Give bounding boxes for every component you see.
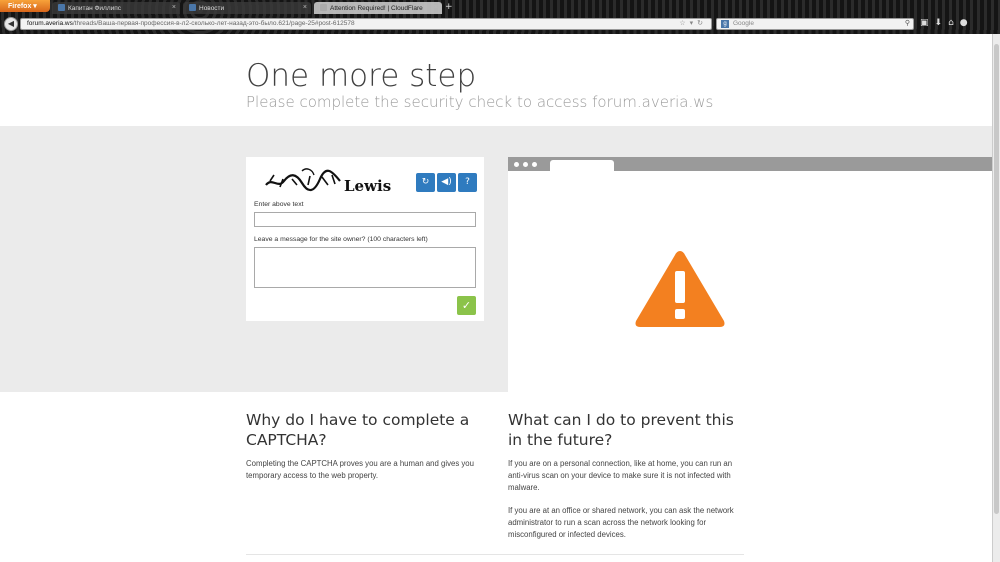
url-bar[interactable]: forum.averia.ws/threads/Ваша-первая-проф… xyxy=(20,18,712,30)
extension-icon[interactable]: ● xyxy=(960,18,974,28)
page-content: One more step Please complete the securi… xyxy=(0,34,992,562)
captcha-widget: Lewis ↻ ◀) ? Enter above text Leave a me… xyxy=(246,157,484,321)
prevent-text-1: If you are on a personal connection, lik… xyxy=(508,459,733,492)
download-icon[interactable]: ⬇ xyxy=(935,18,949,28)
scrollbar-thumb[interactable] xyxy=(994,44,999,514)
navigation-bar: ◀ forum.averia.ws/threads/Ваша-первая-пр… xyxy=(0,16,1000,32)
vk-favicon-icon xyxy=(58,4,65,11)
firefox-menu-button[interactable]: Firefox ▾ xyxy=(0,0,50,12)
enter-text-label: Enter above text xyxy=(254,201,304,208)
refresh-captcha-button[interactable]: ↻ xyxy=(416,173,435,192)
url-path: /threads/Ваша-первая-профессия-в-л2-скол… xyxy=(72,20,355,27)
refresh-icon: ↻ xyxy=(421,177,430,187)
message-textarea[interactable] xyxy=(254,247,476,288)
speaker-icon: ◀) xyxy=(441,177,452,187)
addon-icon[interactable]: ▣ xyxy=(920,18,935,28)
tab-attention-required[interactable]: Attention Required! | CloudFlare × xyxy=(314,2,442,14)
dot-icon xyxy=(514,162,519,167)
arrow-left-icon: ◀ xyxy=(7,19,15,28)
browser-chrome: Firefox ▾ Капитан Филлипс × Новости × At… xyxy=(0,0,1000,34)
submit-button[interactable]: ✓ xyxy=(457,296,476,315)
home-icon[interactable]: ⌂ xyxy=(948,18,960,28)
search-icon[interactable]: ⚲ xyxy=(905,19,910,27)
divider xyxy=(246,554,744,555)
tab-kapitan[interactable]: Капитан Филлипс × xyxy=(52,2,180,14)
page-title: One more step xyxy=(246,58,477,94)
captcha-input[interactable] xyxy=(254,212,476,227)
close-icon[interactable]: × xyxy=(434,4,438,11)
prevent-heading: What can I do to prevent this in the fut… xyxy=(508,411,734,449)
reload-icon[interactable]: ↻ xyxy=(697,20,707,27)
url-domain: forum.averia.ws xyxy=(27,20,73,27)
new-tab-button[interactable]: + xyxy=(445,2,453,12)
captcha-word: Lewis xyxy=(344,177,392,195)
close-icon[interactable]: × xyxy=(303,4,307,11)
close-icon[interactable]: × xyxy=(172,4,176,11)
toolbar-icons: ▣⬇⌂● xyxy=(920,18,974,28)
page-scrollbar[interactable] xyxy=(992,34,1000,562)
audio-captcha-button[interactable]: ◀) xyxy=(437,173,456,192)
why-heading: Why do I have to complete a CAPTCHA? xyxy=(246,411,470,449)
google-logo-icon: g xyxy=(721,20,729,28)
tab-bar: Firefox ▾ Капитан Филлипс × Новости × At… xyxy=(0,0,1000,14)
browser-illustration xyxy=(508,157,992,392)
dot-icon xyxy=(523,162,528,167)
prevent-text-2: If you are at an office or shared networ… xyxy=(508,506,734,539)
tab-label: Новости xyxy=(199,5,225,12)
page-subtitle: Please complete the security check to ac… xyxy=(246,93,714,111)
message-label: Leave a message for the site owner? (100… xyxy=(254,236,428,243)
search-engine-label: Google xyxy=(733,20,754,27)
tab-label: Attention Required! | CloudFlare xyxy=(330,5,423,12)
tab-novosti[interactable]: Новости × xyxy=(183,2,311,14)
dot-icon xyxy=(532,162,537,167)
illustration-tab xyxy=(550,160,614,171)
firefox-menu-label: Firefox xyxy=(8,3,32,10)
vk-favicon-icon xyxy=(189,4,196,11)
back-button[interactable]: ◀ xyxy=(4,17,18,31)
illustration-titlebar xyxy=(508,157,992,171)
star-icon[interactable]: ☆ xyxy=(679,20,689,27)
warning-icon xyxy=(635,251,725,327)
tab-label: Капитан Филлипс xyxy=(68,5,122,12)
help-captcha-button[interactable]: ? xyxy=(458,173,477,192)
search-bar[interactable]: g Google ⚲ xyxy=(716,18,914,30)
why-text: Completing the CAPTCHA proves you are a … xyxy=(246,459,474,480)
question-icon: ? xyxy=(465,177,470,187)
cloudflare-favicon-icon xyxy=(320,4,327,11)
dropdown-icon[interactable]: ▾ xyxy=(690,20,698,27)
checkmark-icon: ✓ xyxy=(461,299,472,312)
